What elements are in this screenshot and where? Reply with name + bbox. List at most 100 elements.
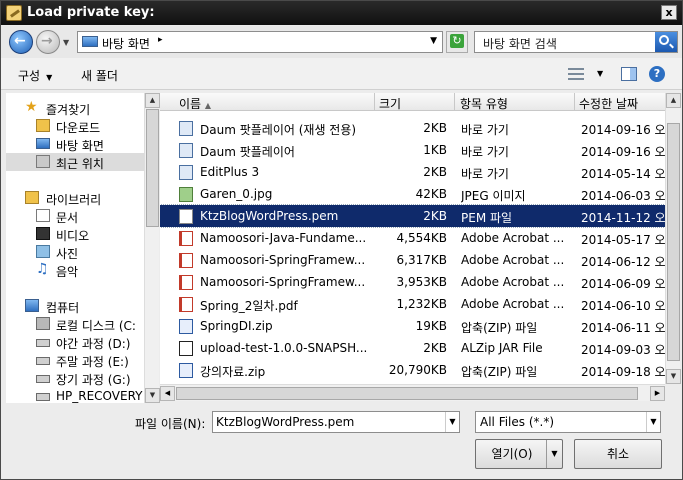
nav-favorites[interactable]: ★ 즐겨찾기 <box>6 99 146 117</box>
file-row[interactable]: 강의자료.zip 20,790KB 압축(ZIP) 파일 2014-09-18 오후 <box>160 359 665 381</box>
file-type: PEM 파일 <box>461 211 513 225</box>
address-dropdown-icon[interactable]: ▼ <box>430 36 437 46</box>
file-type-value: All Files (*.*) <box>480 415 555 429</box>
navigation-scrollbar[interactable]: ▲ ▼ <box>144 93 160 403</box>
filename-value[interactable]: KtzBlogWordPress.pem <box>216 415 354 429</box>
nav-pictures[interactable]: 사진 <box>6 243 146 261</box>
sort-ascending-icon: ▲ <box>204 101 212 110</box>
scroll-up-arrow-icon[interactable]: ▲ <box>145 93 160 108</box>
back-button[interactable]: ← <box>9 30 33 54</box>
nav-recent[interactable]: 최근 위치 <box>6 153 146 171</box>
scroll-up-arrow-icon[interactable]: ▲ <box>666 93 681 108</box>
shortcut-icon <box>179 121 193 136</box>
column-header-size[interactable]: 크기 <box>379 95 401 112</box>
nav-drive-d[interactable]: 야간 과정 (D:) <box>6 333 146 351</box>
nav-videos-label: 비디오 <box>56 229 90 243</box>
filename-dropdown-icon[interactable]: ▼ <box>445 412 459 432</box>
file-row[interactable]: SpringDI.zip 19KB 압축(ZIP) 파일 2014-06-11 오전 <box>160 315 665 337</box>
horizontal-scroll-thumb[interactable] <box>176 387 638 400</box>
load-private-key-dialog: Load private key: x ← → ▼ 바탕 화면 ▸ ▼ ↻ 바탕… <box>0 0 683 480</box>
scroll-right-arrow-icon[interactable]: ▶ <box>650 386 665 401</box>
file-type-select[interactable]: All Files (*.*) ▼ <box>475 411 661 433</box>
nav-drive-g[interactable]: 장기 과정 (G:) <box>6 369 146 387</box>
pictures-icon <box>36 245 50 258</box>
file-name: Daum 팟플레이어 (재생 전용) <box>200 123 357 137</box>
file-row[interactable]: Namoosori-SpringFramew... 3,953KB Adobe Ac… <box>160 271 665 293</box>
refresh-button[interactable]: ↻ <box>446 31 468 53</box>
file-row[interactable]: Daum 팟플레이어 (재생 전용) 2KB 바로 가기 2014-09-16 오후 <box>160 117 665 139</box>
view-options-icon[interactable] <box>568 68 584 80</box>
open-button[interactable]: 열기(O) ▼ <box>475 439 563 469</box>
scroll-down-arrow-icon[interactable]: ▼ <box>145 388 160 403</box>
search-box[interactable]: 바탕 화면 검색 <box>474 31 678 53</box>
address-bar[interactable]: 바탕 화면 ▸ ▼ <box>77 31 443 53</box>
file-row[interactable]: Spring_2일차.pdf 1,232KB Adobe Acrobat ... 20… <box>160 293 665 315</box>
nav-computer[interactable]: 컴퓨터 <box>6 297 146 315</box>
file-list-horizontal-scrollbar[interactable]: ◀ ▶ <box>160 384 665 401</box>
file-row[interactable]: Daum 팟플레이어 1KB 바로 가기 2014-09-16 오후 <box>160 139 665 161</box>
nav-pictures-label: 사진 <box>56 247 79 261</box>
hard-drive-icon <box>36 317 50 330</box>
back-arrow-icon: ← <box>14 33 26 49</box>
column-header-name[interactable]: 이름 ▲ <box>179 95 211 112</box>
nav-downloads[interactable]: 다운로드 <box>6 117 146 135</box>
file-name: Namoosori-SpringFramew... <box>200 253 366 267</box>
file-list-scrollbar[interactable]: ▲ ▼ <box>665 93 681 384</box>
scroll-thumb[interactable] <box>667 123 680 361</box>
zip-icon <box>179 319 193 334</box>
nav-drive-hp-label: HP_RECOVERY <box>56 389 143 403</box>
nav-videos[interactable]: 비디오 <box>6 225 146 243</box>
drive-icon <box>36 375 50 383</box>
nav-desktop[interactable]: 바탕 화면 <box>6 135 146 153</box>
recent-pages-dropdown[interactable]: ▼ <box>63 38 69 47</box>
file-size: 42KB <box>415 187 447 201</box>
nav-local-disk[interactable]: 로컬 디스크 (C: <box>6 315 146 333</box>
pdf-icon <box>179 253 193 268</box>
search-icon <box>659 35 669 45</box>
breadcrumb-separator-icon[interactable]: ▸ <box>158 35 163 45</box>
scroll-left-arrow-icon[interactable]: ◀ <box>160 386 175 401</box>
file-type-dropdown-icon[interactable]: ▼ <box>646 412 660 432</box>
filename-field[interactable]: KtzBlogWordPress.pem ▼ <box>212 411 460 433</box>
scroll-down-arrow-icon[interactable]: ▼ <box>666 369 681 384</box>
nav-documents[interactable]: 문서 <box>6 207 146 225</box>
file-date: 2014-09-16 오후 <box>581 145 665 159</box>
nav-drive-e[interactable]: 주말 과정 (E:) <box>6 351 146 369</box>
open-options-dropdown-icon[interactable]: ▼ <box>546 440 562 468</box>
shortcut-icon <box>179 165 193 180</box>
dialog-title: Load private key: <box>27 5 155 20</box>
column-header-date[interactable]: 수정한 날짜 <box>579 95 638 112</box>
title-bar: Load private key: x <box>1 1 682 25</box>
search-button[interactable] <box>655 32 677 52</box>
preview-pane-icon[interactable] <box>621 67 637 81</box>
file-row[interactable]: upload-test-1.0.0-SNAPSH... 2KB ALZip JAR … <box>160 337 665 359</box>
file-row[interactable]: Namoosori-SpringFramew... 6,317KB Adobe Ac… <box>160 249 665 271</box>
file-date: 2014-11-12 오전 <box>581 211 665 225</box>
view-dropdown-icon[interactable]: ▼ <box>597 69 603 78</box>
help-icon[interactable]: ? <box>649 66 665 82</box>
file-name: Spring_2일차.pdf <box>200 299 298 313</box>
scroll-thumb[interactable] <box>146 109 159 227</box>
file-date: 2014-05-14 오전 <box>581 167 665 181</box>
file-row[interactable]: Namoosori-Java-Fundame... 4,554KB Adobe Ac… <box>160 227 665 249</box>
nav-libraries[interactable]: 라이브러리 <box>6 189 146 207</box>
file-name: Daum 팟플레이어 <box>200 145 295 159</box>
file-row[interactable]: Garen_0.jpg 42KB JPEG 이미지 2014-06-03 오전 <box>160 183 665 205</box>
file-row[interactable]: EditPlus 3 2KB 바로 가기 2014-05-14 오전 <box>160 161 665 183</box>
nav-desktop-label: 바탕 화면 <box>56 139 104 153</box>
file-name: KtzBlogWordPress.pem <box>200 209 339 223</box>
search-input[interactable]: 바탕 화면 검색 <box>483 35 557 52</box>
organize-menu[interactable]: 구성 ▼ <box>18 67 52 84</box>
forward-button[interactable]: → <box>36 30 60 54</box>
column-header-type[interactable]: 항목 유형 <box>460 95 508 112</box>
cancel-button[interactable]: 취소 <box>574 439 662 469</box>
address-path[interactable]: 바탕 화면 <box>102 35 150 52</box>
drive-icon <box>36 357 50 365</box>
organize-label: 구성 <box>18 69 41 83</box>
nav-drive-hp[interactable]: HP_RECOVERY <box>6 387 146 403</box>
file-type: 압축(ZIP) 파일 <box>461 365 538 379</box>
file-row[interactable]: KtzBlogWordPress.pem 2KB PEM 파일 2014-11-12 … <box>160 204 665 228</box>
close-button[interactable]: x <box>661 5 677 20</box>
nav-music[interactable]: ♫ 음악 <box>6 261 146 279</box>
new-folder-button[interactable]: 새 폴더 <box>81 67 118 84</box>
